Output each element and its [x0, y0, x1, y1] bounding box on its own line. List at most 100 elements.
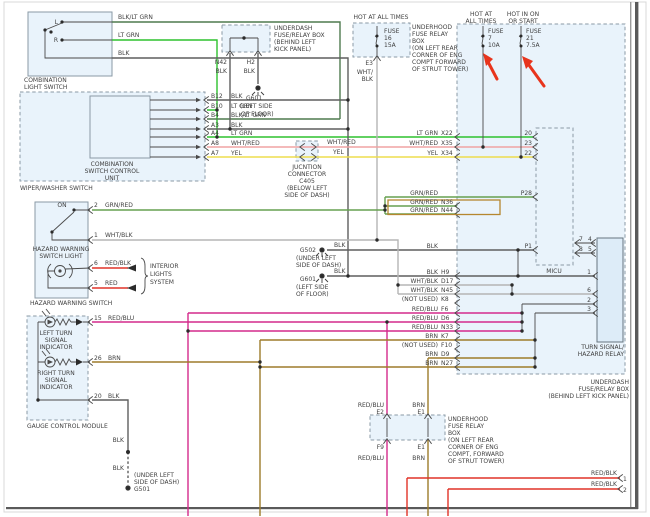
label-uhb5: CORNER OF ENG: [448, 444, 499, 451]
label-pin-b12c: BLK: [231, 93, 243, 100]
wiring-diagram-page: BLK/LT GRN LT GRN BLK L R COMBINATION LIGHT SW…: [0, 0, 650, 517]
label-h2c: BLK: [244, 68, 256, 75]
label-d6: D6: [441, 315, 450, 322]
label-n45: N45: [441, 287, 453, 294]
label-d17c: WHT/BLK: [410, 278, 439, 285]
label-e3c1: WHT/: [357, 69, 374, 76]
label-e1t: E1: [417, 409, 425, 416]
label-f16c: 15A: [384, 42, 397, 49]
label-ww-name: WIPER/WASHER SWITCH: [20, 185, 93, 192]
label-n33c: RED/BLU: [412, 324, 438, 331]
label-wr-mid: WHT/RED: [327, 139, 356, 146]
label-f21a: FUSE: [526, 28, 542, 35]
label-d17: D17: [441, 278, 453, 285]
label-x35: X35: [441, 140, 453, 147]
label-g502b: (UNDER LEFT: [296, 255, 336, 262]
label-uhb7: OF STRUT TOWER): [448, 458, 504, 465]
label-pin-a8: A8: [211, 140, 219, 147]
label-g20c: BLK: [108, 393, 120, 400]
label-pin-b10: B10: [211, 103, 223, 110]
label-hot16: HOT AT ALL TIMES: [354, 14, 409, 21]
label-uhb3: BOX: [448, 430, 460, 437]
label-p1: P1: [525, 243, 533, 250]
micu-box: [535, 127, 574, 266]
label-uhb6: COMPT, FORWARD: [448, 451, 504, 458]
label-uhb2: FUSE RELAY: [448, 423, 484, 430]
label-hz2c: GRN/RED: [105, 202, 133, 209]
label-cls-name1: COMBINATION: [24, 77, 67, 84]
label-d9c: BRN: [425, 351, 438, 358]
wire-red-blk: [406, 477, 620, 516]
label-jc2: CONNECTOR: [288, 171, 326, 178]
label-p28c: GRN/RED: [410, 190, 438, 197]
label-k7: K7: [441, 333, 449, 340]
label-g26c: BRN: [108, 355, 121, 362]
label-uh7: OF STRUT TOWER): [412, 66, 468, 73]
label-il1: INTERIOR: [150, 263, 179, 270]
label-g501c: G501: [134, 486, 150, 493]
label-yel-mid: YEL: [332, 149, 344, 156]
label-edge1: 1: [623, 476, 627, 483]
label-brn-b: BRN: [412, 455, 425, 462]
label-edge2: 2: [623, 487, 627, 494]
label-k8: K8: [441, 296, 449, 303]
label-rt1: RIGHT TURN: [37, 370, 74, 377]
label-uhb1: UNDERHOOD: [448, 416, 488, 423]
label-g20: 20: [94, 393, 102, 400]
label-g502blk: BLK: [334, 242, 346, 249]
label-hz5: 5: [94, 280, 98, 287]
label-mr8: 8: [579, 246, 583, 253]
turn-signal-hazard-relay-box: [596, 237, 624, 343]
label-f7a: FUSE: [488, 28, 504, 35]
ground-g501: [125, 485, 131, 491]
label-uh4: (ON LEFT REAR: [412, 45, 458, 52]
label-mr5: 5: [588, 246, 592, 253]
label-pin-a7: A7: [211, 150, 219, 157]
label-il2: LIGHTS: [150, 271, 172, 278]
label-hz-on: ON: [57, 202, 66, 209]
label-n45c: WHT/BLK: [410, 287, 439, 294]
label-hws: HAZARD WARNING SWITCH: [30, 300, 112, 307]
label-bb1: UNDERDASH: [591, 379, 629, 386]
label-n27: N27: [441, 360, 453, 367]
label-bb2: FUSE/RELAY BOX: [578, 386, 629, 393]
label-n44c: GRN/RED: [410, 207, 438, 214]
label-x22c: LT GRN: [417, 130, 438, 137]
label-k8c: (NOT USED): [402, 296, 438, 303]
label-d6c: RED/BLU: [412, 315, 438, 322]
underdash-fuse-box-top: [221, 24, 271, 53]
label-g601m: G601: [300, 276, 316, 283]
label-f6c: RED/BLU: [412, 306, 438, 313]
label-rp1: 1: [587, 269, 591, 276]
label-f9: F9: [377, 444, 384, 451]
label-g601t2: (LEFT SIDE: [240, 103, 273, 110]
label-m22: 22: [524, 150, 532, 157]
label-blkltgrn-top: BLK/LT GRN: [118, 14, 153, 21]
label-uh3: BOX: [412, 38, 424, 45]
label-pin-a4: A4: [211, 130, 219, 137]
label-f7b: 7: [488, 35, 492, 42]
label-m20: 20: [524, 130, 532, 137]
label-n36: N36: [441, 199, 453, 206]
label-e2: E2: [376, 409, 384, 416]
label-f16a: FUSE: [384, 28, 400, 35]
label-hwl1: HAZARD WARNING: [33, 246, 90, 253]
label-g601t: G601: [246, 95, 262, 102]
component-boxes: [19, 11, 626, 441]
label-udtop2: FUSE/RELAY BOX: [274, 32, 325, 39]
label-rbl-b: RED/BLU: [358, 455, 384, 462]
label-hwl2: SWITCH LIGHT: [39, 253, 83, 260]
label-cls-name2: LIGHT SWITCH: [24, 84, 67, 91]
label-hz2: 2: [94, 202, 98, 209]
label-gcm: GAUGE CONTROL MODULE: [27, 423, 108, 430]
label-hz6c: RED/BLK: [105, 260, 132, 267]
label-rbl-t: RED/BLU: [358, 402, 384, 409]
label-pin-a3c: BLK: [231, 122, 243, 129]
label-udtop1: UNDERDASH: [274, 25, 312, 32]
label-rt2: SIGNAL: [45, 377, 68, 384]
label-e3c2: BLK: [362, 76, 374, 83]
label-g601blk: BLK: [334, 268, 346, 275]
label-pin-a7c: YEL: [230, 150, 242, 157]
label-relay2: HAZARD RELAY: [578, 351, 625, 358]
label-bb3: (BEHIND LEFT KICK PANEL): [548, 393, 629, 400]
